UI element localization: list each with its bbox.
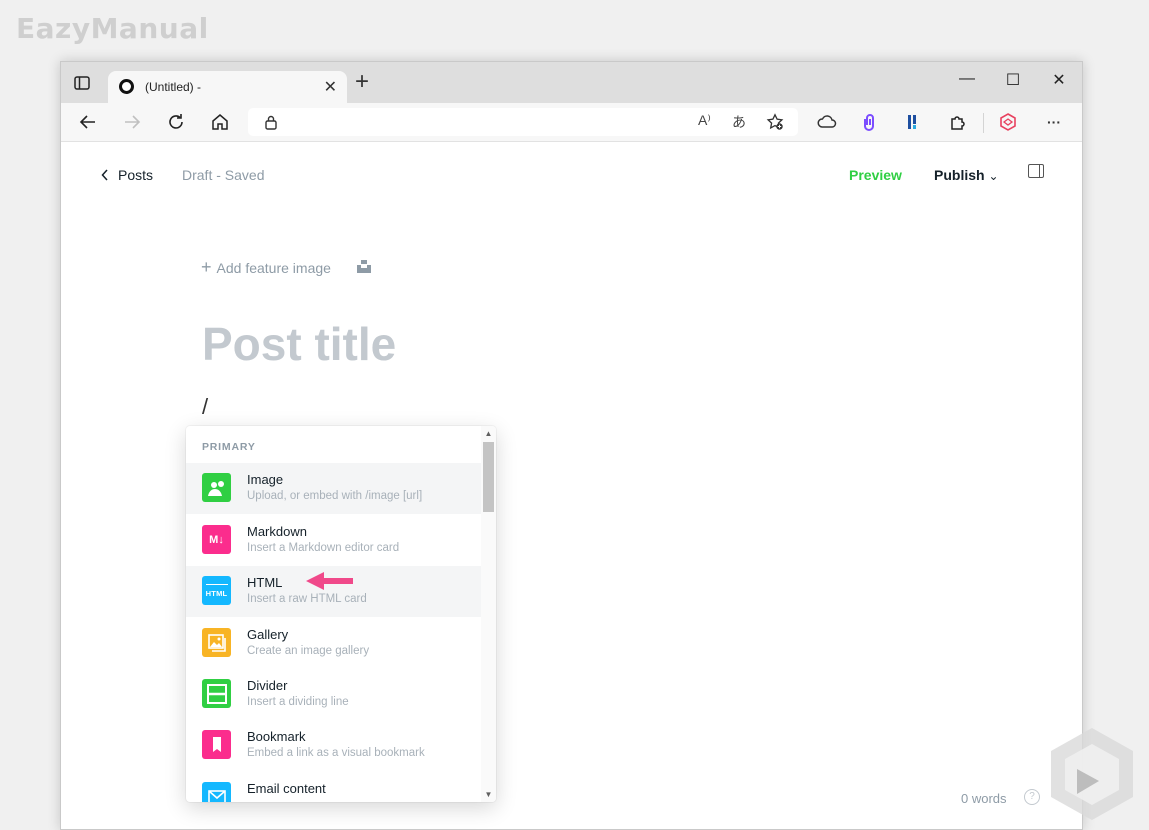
draft-status: Draft - Saved (182, 167, 265, 183)
menu-item-markdown[interactable]: M↓ Markdown Insert a Markdown editor car… (186, 515, 481, 566)
refresh-icon[interactable] (165, 111, 187, 133)
corner-watermark-logo (1051, 728, 1133, 820)
menu-item-description: Create an image gallery (247, 645, 370, 657)
scrollbar-thumb[interactable] (483, 442, 494, 512)
add-feature-image-button[interactable]: + Add feature image (201, 257, 331, 278)
menu-item-bookmark[interactable]: Bookmark Embed a link as a visual bookma… (186, 720, 481, 771)
menu-item-gallery[interactable]: Gallery Create an image gallery (186, 618, 481, 669)
menu-item-label: Image (247, 472, 284, 487)
tab-untitled[interactable]: (Untitled) - ✕ (108, 71, 347, 103)
read-aloud-icon[interactable]: A⁾ (698, 112, 711, 129)
menu-item-label: HTML (247, 575, 283, 590)
menu-item-description: Insert a Markdown editor card (247, 542, 400, 554)
tab-title: (Untitled) - (145, 80, 202, 94)
browser-toolbar: A⁾ あ ··· (61, 103, 1082, 142)
home-icon[interactable] (209, 111, 231, 133)
menu-item-description: Insert a raw HTML card (247, 593, 367, 605)
tab-close-button[interactable]: ✕ (324, 77, 337, 97)
menu-item-divider[interactable]: Divider Insert a dividing line (186, 669, 481, 720)
menu-item-description: Embed a link as a visual bookmark (247, 747, 425, 759)
gallery-icon (202, 628, 231, 657)
menu-item-label: Email content (247, 781, 326, 796)
extension-bars-icon[interactable] (903, 111, 925, 133)
more-options-icon[interactable]: ··· (1043, 111, 1065, 133)
editor-body-text[interactable]: / (202, 394, 208, 420)
add-feature-image-label: Add feature image (216, 259, 331, 276)
maximize-button[interactable]: ☐ (1001, 70, 1025, 90)
help-icon[interactable]: ? (1024, 789, 1040, 805)
preview-button[interactable]: Preview (849, 167, 902, 183)
ghost-favicon-icon (119, 79, 134, 94)
scroll-up-arrow-icon[interactable]: ▲ (484, 429, 493, 438)
menu-item-description: Upload, or embed with /image [url] (247, 490, 423, 502)
extension-hexagon-icon[interactable] (997, 111, 1019, 133)
publish-button[interactable]: Publish ⌄ (934, 167, 999, 183)
chevron-left-icon (101, 169, 108, 181)
extensions-puzzle-icon[interactable] (947, 111, 969, 133)
divider-icon (202, 679, 231, 708)
menu-item-label: Markdown (247, 524, 307, 539)
chevron-down-icon: ⌄ (988, 169, 999, 183)
menu-item-description: Insert a dividing line (247, 696, 349, 708)
ghost-editor-page: Posts Draft - Saved Preview Publish ⌄ + … (61, 142, 1082, 829)
plus-icon: + (201, 257, 212, 277)
posts-back-label: Posts (118, 167, 154, 183)
scroll-down-arrow-icon[interactable]: ▼ (484, 790, 493, 799)
extension-clip-icon[interactable] (859, 111, 881, 133)
html-icon: HTML (202, 576, 231, 605)
lock-icon[interactable] (264, 115, 278, 130)
menu-item-label: Bookmark (247, 729, 306, 744)
tab-bar: (Untitled) - ✕ + — ☐ ✕ (61, 62, 1082, 103)
post-title-input[interactable]: Post title (202, 317, 396, 371)
markdown-icon: M↓ (202, 525, 231, 554)
close-window-button[interactable]: ✕ (1047, 70, 1071, 90)
favorite-star-icon[interactable] (766, 113, 784, 131)
word-count: 0 words (961, 791, 1007, 806)
bookmark-icon (202, 730, 231, 759)
menu-item-email-content[interactable]: Email content (186, 772, 481, 802)
watermark-logo: EazyManual (16, 12, 209, 45)
minimize-button[interactable]: — (955, 70, 979, 88)
menu-item-image[interactable]: Image Upload, or embed with /image [url] (186, 463, 481, 514)
toolbar-divider (983, 113, 984, 133)
menu-item-label: Gallery (247, 627, 289, 642)
menu-item-label: Divider (247, 678, 288, 693)
menu-section-label: PRIMARY (202, 441, 256, 453)
settings-panel-toggle-icon[interactable] (1028, 164, 1044, 178)
publish-label: Publish (934, 167, 985, 183)
back-arrow-icon[interactable] (77, 111, 99, 133)
image-icon (202, 473, 231, 502)
annotation-arrow-icon (306, 572, 353, 590)
email-icon (202, 782, 231, 802)
cloud-icon[interactable] (816, 111, 838, 133)
card-menu: PRIMARY Image Upload, or embed with /ima… (186, 426, 496, 802)
tab-actions-icon[interactable] (73, 74, 91, 92)
translate-icon[interactable]: あ (732, 112, 746, 132)
unsplash-icon[interactable] (357, 259, 371, 273)
browser-window: (Untitled) - ✕ + — ☐ ✕ A⁾ あ ··· Posts Dr… (60, 61, 1083, 830)
new-tab-button[interactable]: + (355, 70, 369, 94)
forward-arrow-icon[interactable] (121, 111, 143, 133)
posts-back-link[interactable]: Posts (101, 167, 153, 183)
menu-scrollbar[interactable]: ▲ ▼ (481, 426, 496, 802)
address-bar[interactable]: A⁾ あ (248, 108, 798, 136)
